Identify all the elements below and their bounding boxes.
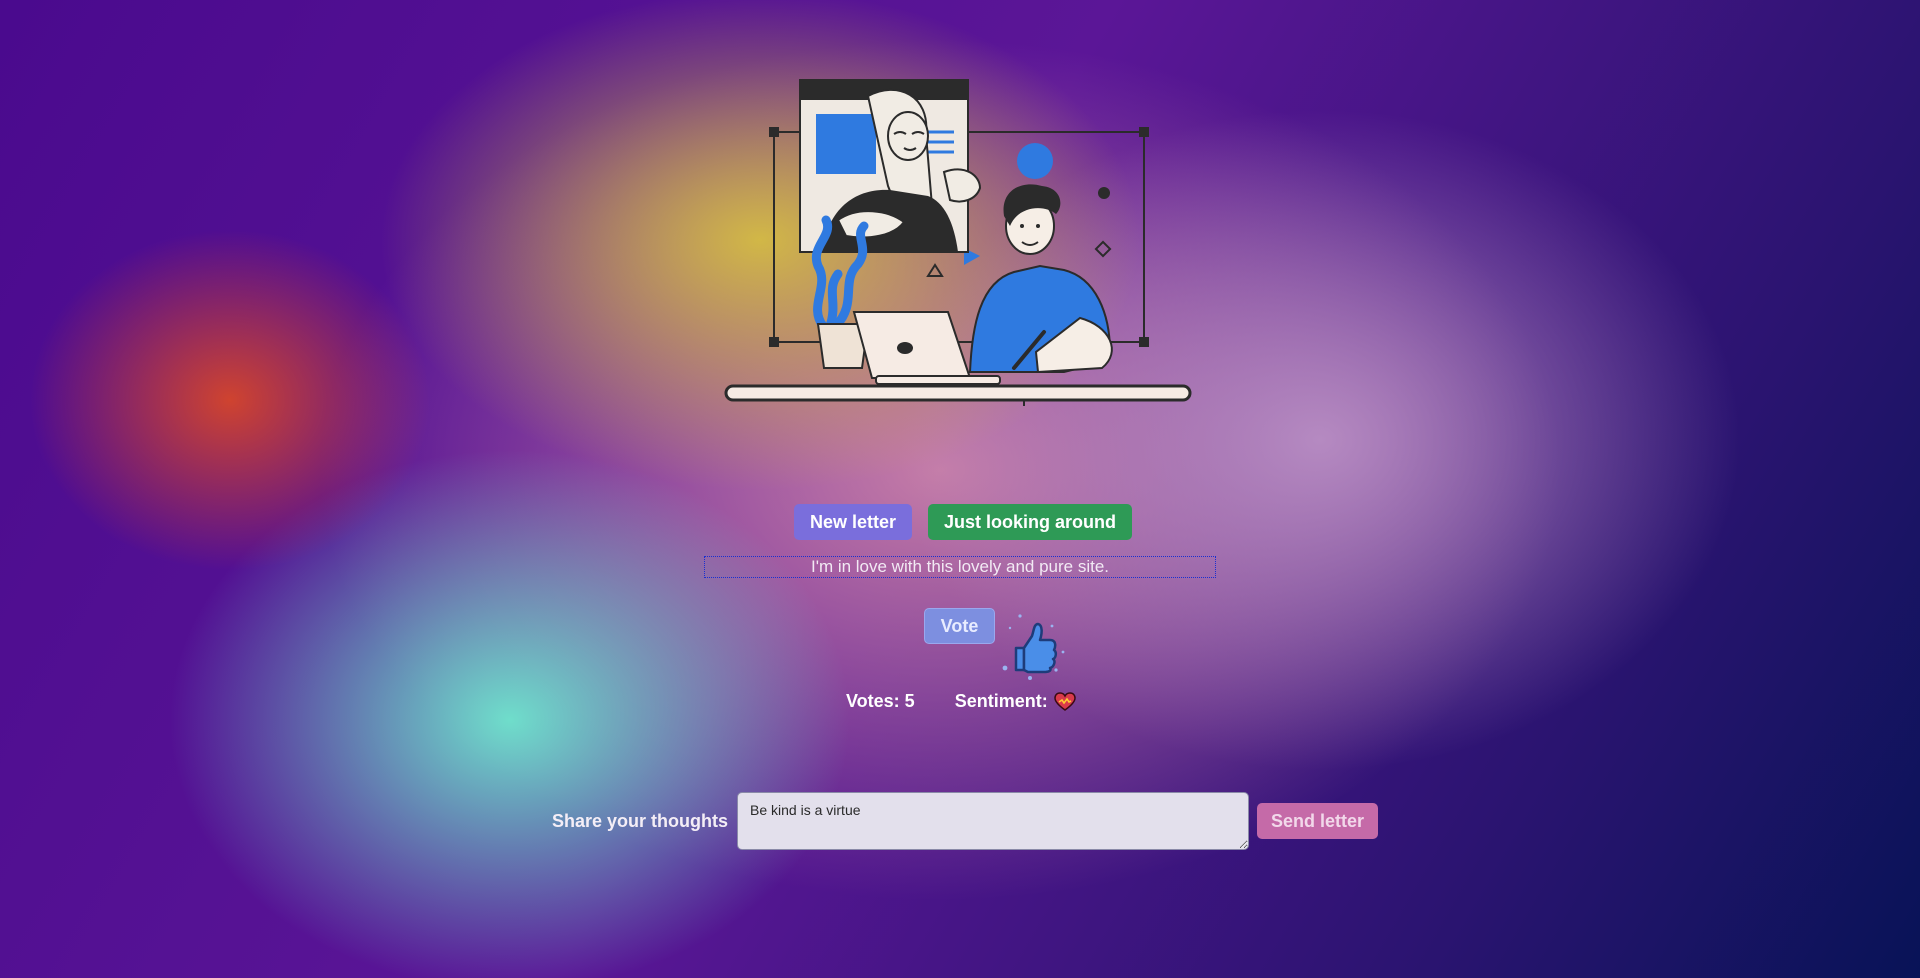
frame-handle xyxy=(769,337,779,347)
thumbs-up-icon xyxy=(1002,614,1065,680)
vote-stats: Votes: 5 Sentiment: xyxy=(846,691,1076,712)
vote-button[interactable]: Vote xyxy=(924,608,995,644)
share-label: Share your thoughts xyxy=(552,810,729,831)
triangle-shape xyxy=(926,263,944,277)
laptop xyxy=(852,311,972,379)
laptop-base xyxy=(875,375,1001,385)
people-chatting-illustration xyxy=(724,79,1192,406)
letter-actions: New letter Just looking around xyxy=(0,504,1920,540)
woman-face xyxy=(887,111,929,161)
new-letter-button[interactable]: New letter xyxy=(793,504,912,540)
heart-icon xyxy=(1053,691,1076,711)
votes-count: Votes: 5 xyxy=(846,691,915,711)
sentiment-label: Sentiment: xyxy=(954,691,1048,711)
window-content-block xyxy=(816,114,876,174)
blue-circle-shape xyxy=(1017,143,1053,179)
hero-illustration xyxy=(718,76,1198,406)
frame-handle xyxy=(1139,127,1149,137)
send-letter-button[interactable]: Send letter xyxy=(1257,803,1379,839)
share-form: Share your thoughts Be kind is a virtue … xyxy=(552,792,1379,850)
frame-handle xyxy=(1139,337,1149,347)
thoughts-textarea[interactable]: Be kind is a virtue xyxy=(737,792,1250,850)
woman-hand xyxy=(942,168,982,203)
laptop-logo xyxy=(897,342,913,354)
desk xyxy=(724,384,1192,402)
dark-dot-shape xyxy=(1098,187,1110,199)
just-looking-button[interactable]: Just looking around xyxy=(928,504,1133,540)
sentiment: Sentiment: xyxy=(955,691,1076,712)
frame-handle xyxy=(769,127,779,137)
diamond-shape xyxy=(1094,240,1112,258)
letter-text: I'm in love with this lovely and pure si… xyxy=(704,556,1216,578)
